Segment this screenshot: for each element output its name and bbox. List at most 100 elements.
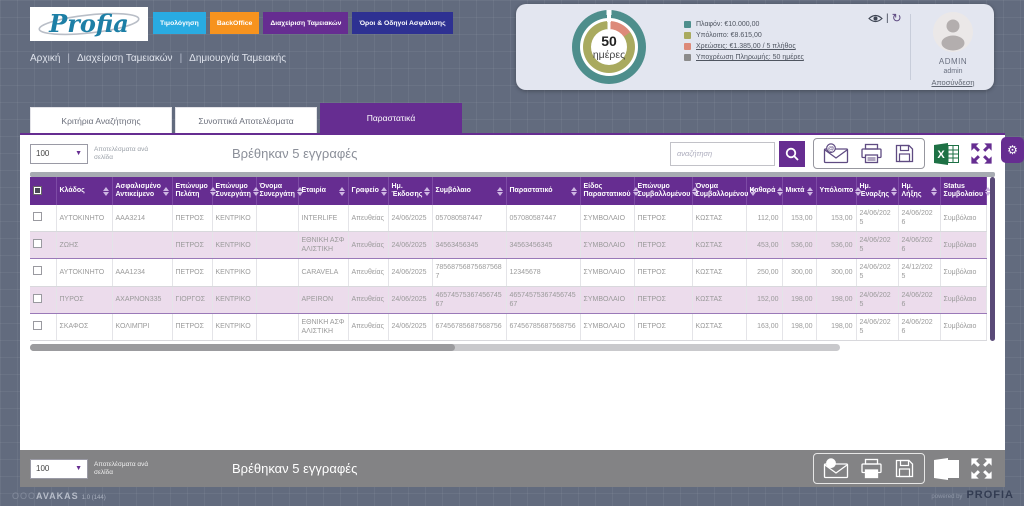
tab-2[interactable]: Συνοπτικά Αποτελέσματα [175, 107, 317, 133]
table-cell: 198,00 [816, 286, 856, 313]
excel-icon[interactable]: X [933, 457, 960, 481]
sort-icon[interactable] [253, 187, 259, 196]
column-header-3[interactable]: Επώνυμο Πελάτη [172, 177, 212, 205]
breadcrumb-link-3[interactable]: Δημιουργία Ταμειακής [189, 53, 286, 64]
column-header-11[interactable]: Είδος Παραστατικού [580, 177, 634, 205]
row-checkbox[interactable] [33, 321, 42, 330]
column-header-2[interactable]: Ασφαλισμένο Αντικείμενο [112, 177, 172, 205]
table-cell [256, 313, 298, 340]
table-row[interactable]: ΑΥΤΟΚΙΝΗΤΟΑΑΑ1234ΠΕΤΡΟΣΚΕΝΤΡΙΚΟCARAVELAΑ… [30, 259, 986, 286]
refresh-icon[interactable]: ↻ [892, 12, 902, 24]
sort-icon[interactable] [339, 187, 345, 196]
column-header-9[interactable]: Συμβόλαιο [432, 177, 506, 205]
search-input[interactable] [670, 142, 775, 166]
print-icon[interactable] [860, 458, 883, 479]
vertical-scrollbar[interactable] [990, 177, 996, 341]
page-size-select[interactable]: 100 ▼ [30, 144, 88, 164]
logout-link[interactable]: Αποσύνδεση [931, 78, 974, 87]
table-cell: ΠΕΤΡΟΣ [634, 286, 692, 313]
save-icon[interactable] [894, 143, 915, 164]
row-checkbox[interactable] [33, 266, 42, 275]
table-row[interactable]: ΑΥΤΟΚΙΝΗΤΟΑΑΑ3214ΠΕΤΡΟΣΚΕΝΤΡΙΚΟINTERLIFE… [30, 205, 986, 232]
column-header-17[interactable]: Ημ. Έναρξης [856, 177, 898, 205]
table-cell: 24/06/2026 [898, 205, 940, 232]
email-icon[interactable]: @ [823, 143, 849, 164]
legend-item-3[interactable]: Χρεώσεις: €1.385,00 / 5 πλήθος [684, 43, 804, 50]
table-cell: 24/06/2025 [388, 205, 432, 232]
expand-icon[interactable] [968, 455, 995, 482]
horizontal-scrollbar-bottom[interactable] [30, 344, 840, 351]
column-header-15[interactable]: Μικτά [782, 177, 816, 205]
nav-button-4[interactable]: Όροι & Οδηγοί Ασφάλισης [352, 12, 452, 34]
sort-icon[interactable] [807, 187, 813, 196]
column-header-10[interactable]: Παραστατικό [506, 177, 580, 205]
gear-icon[interactable]: ⚙ [1001, 137, 1024, 163]
breadcrumb-link-1[interactable]: Αρχική [30, 53, 60, 64]
scrollbar-thumb[interactable] [30, 344, 455, 351]
column-header-6[interactable]: Εταιρία [298, 177, 348, 205]
table-row[interactable]: ΠΥΡΟΣΑΧΑΡΝΟΝ335ΓΙΟΡΓΟΣΚΕΝΤΡΙΚΟAPEIRONΑπε… [30, 286, 986, 313]
eye-icon[interactable] [868, 13, 883, 24]
nav-button-3[interactable]: Διαχείριση Ταμειακών [263, 12, 348, 34]
sort-icon[interactable] [891, 187, 897, 196]
expand-icon[interactable] [968, 140, 995, 167]
legend-label[interactable]: Υποχρέωση Πληρωμής: 50 ημέρες [696, 54, 804, 61]
table-cell: ΕΘΝΙΚΗ ΑΣΦΑΛΙΣΤΙΚΗ [298, 232, 348, 259]
search-button[interactable] [779, 141, 805, 167]
profia-logo[interactable]: Profia [30, 7, 148, 41]
tab-bar: Κριτήρια ΑναζήτησηςΣυνοπτικά Αποτελέσματ… [30, 103, 465, 133]
column-header-14[interactable]: Καθαρά [746, 177, 782, 205]
export-icon-group: @ [813, 138, 925, 169]
email-icon[interactable]: @ [823, 458, 849, 479]
column-header-19[interactable]: Status Συμβολαίου [940, 177, 986, 205]
column-header-18[interactable]: Ημ. Λήξης [898, 177, 940, 205]
nav-button-1[interactable]: Τιμολόγηση [153, 12, 206, 34]
column-header-1[interactable]: Κλάδος [56, 177, 112, 205]
table-cell: ΠΕΤΡΟΣ [634, 259, 692, 286]
column-header-12[interactable]: Επώνυμο Συμβαλλομένου [634, 177, 692, 205]
table-cell: ΠΕΤΡΟΣ [172, 232, 212, 259]
row-checkbox[interactable] [33, 239, 42, 248]
excel-icon[interactable]: X [933, 142, 960, 166]
avatar[interactable] [933, 12, 973, 52]
row-checkbox[interactable] [33, 294, 42, 303]
sort-icon[interactable] [103, 187, 109, 196]
breadcrumb-link-2[interactable]: Διαχείριση Ταμειακών [77, 53, 173, 64]
table-cell: 24/12/2025 [898, 259, 940, 286]
column-header-8[interactable]: Ημ. Έκδοσης [388, 177, 432, 205]
sort-icon[interactable] [571, 187, 577, 196]
tab-3[interactable]: Παραστατικά [320, 103, 462, 133]
print-icon[interactable] [860, 143, 883, 164]
table-cell: 198,00 [782, 313, 816, 340]
column-header-13[interactable]: Όνομα Συμβαλλομένου [692, 177, 746, 205]
table-row[interactable]: ΖΩΗΣΠΕΤΡΟΣΚΕΝΤΡΙΚΟΕΘΝΙΚΗ ΑΣΦΑΛΙΣΤΙΚΗΑπευ… [30, 232, 986, 259]
page-size-select-bottom[interactable]: 100 ▼ [30, 459, 88, 479]
column-header-4[interactable]: Επώνυμο Συνεργάτη [212, 177, 256, 205]
sort-icon[interactable] [497, 187, 503, 196]
sort-icon[interactable] [777, 187, 783, 196]
sort-icon[interactable] [381, 187, 387, 196]
column-header-5[interactable]: Όνομα Συνεργάτη [256, 177, 298, 205]
breadcrumb: Αρχική|Διαχείριση Ταμειακών|Δημιουργία Τ… [30, 53, 286, 64]
powered-by-label: powered by PROFIA [931, 489, 1014, 501]
save-icon[interactable] [894, 458, 915, 479]
select-all-checkbox[interactable] [33, 186, 42, 195]
table-cell: 300,00 [782, 259, 816, 286]
table-cell: 152,00 [746, 286, 782, 313]
table-cell: Απευθείας [348, 313, 388, 340]
legend-item-4[interactable]: Υποχρέωση Πληρωμής: 50 ημέρες [684, 54, 804, 61]
sort-icon[interactable] [163, 187, 169, 196]
nav-button-2[interactable]: BackOffice [210, 12, 260, 34]
table-cell: ΑΑΑ3214 [112, 205, 172, 232]
row-checkbox[interactable] [33, 212, 42, 221]
column-header-16[interactable]: Υπόλοιπο [816, 177, 856, 205]
table-cell: ΣΥΜΒΟΛΑΙΟ [580, 286, 634, 313]
legend-label[interactable]: Χρεώσεις: €1.385,00 / 5 πλήθος [696, 43, 796, 50]
sort-icon[interactable] [424, 187, 430, 196]
table-cell: ΣΥΜΒΟΛΑΙΟ [580, 259, 634, 286]
tab-1[interactable]: Κριτήρια Αναζήτησης [30, 107, 172, 133]
dropdown-arrow-icon: ▼ [75, 150, 82, 157]
sort-icon[interactable] [931, 187, 937, 196]
table-row[interactable]: ΣΚΑΦΟΣΚΟΛΙΜΠΡΙΠΕΤΡΟΣΚΕΝΤΡΙΚΟΕΘΝΙΚΗ ΑΣΦΑΛ… [30, 313, 986, 340]
column-header-7[interactable]: Γραφείο [348, 177, 388, 205]
